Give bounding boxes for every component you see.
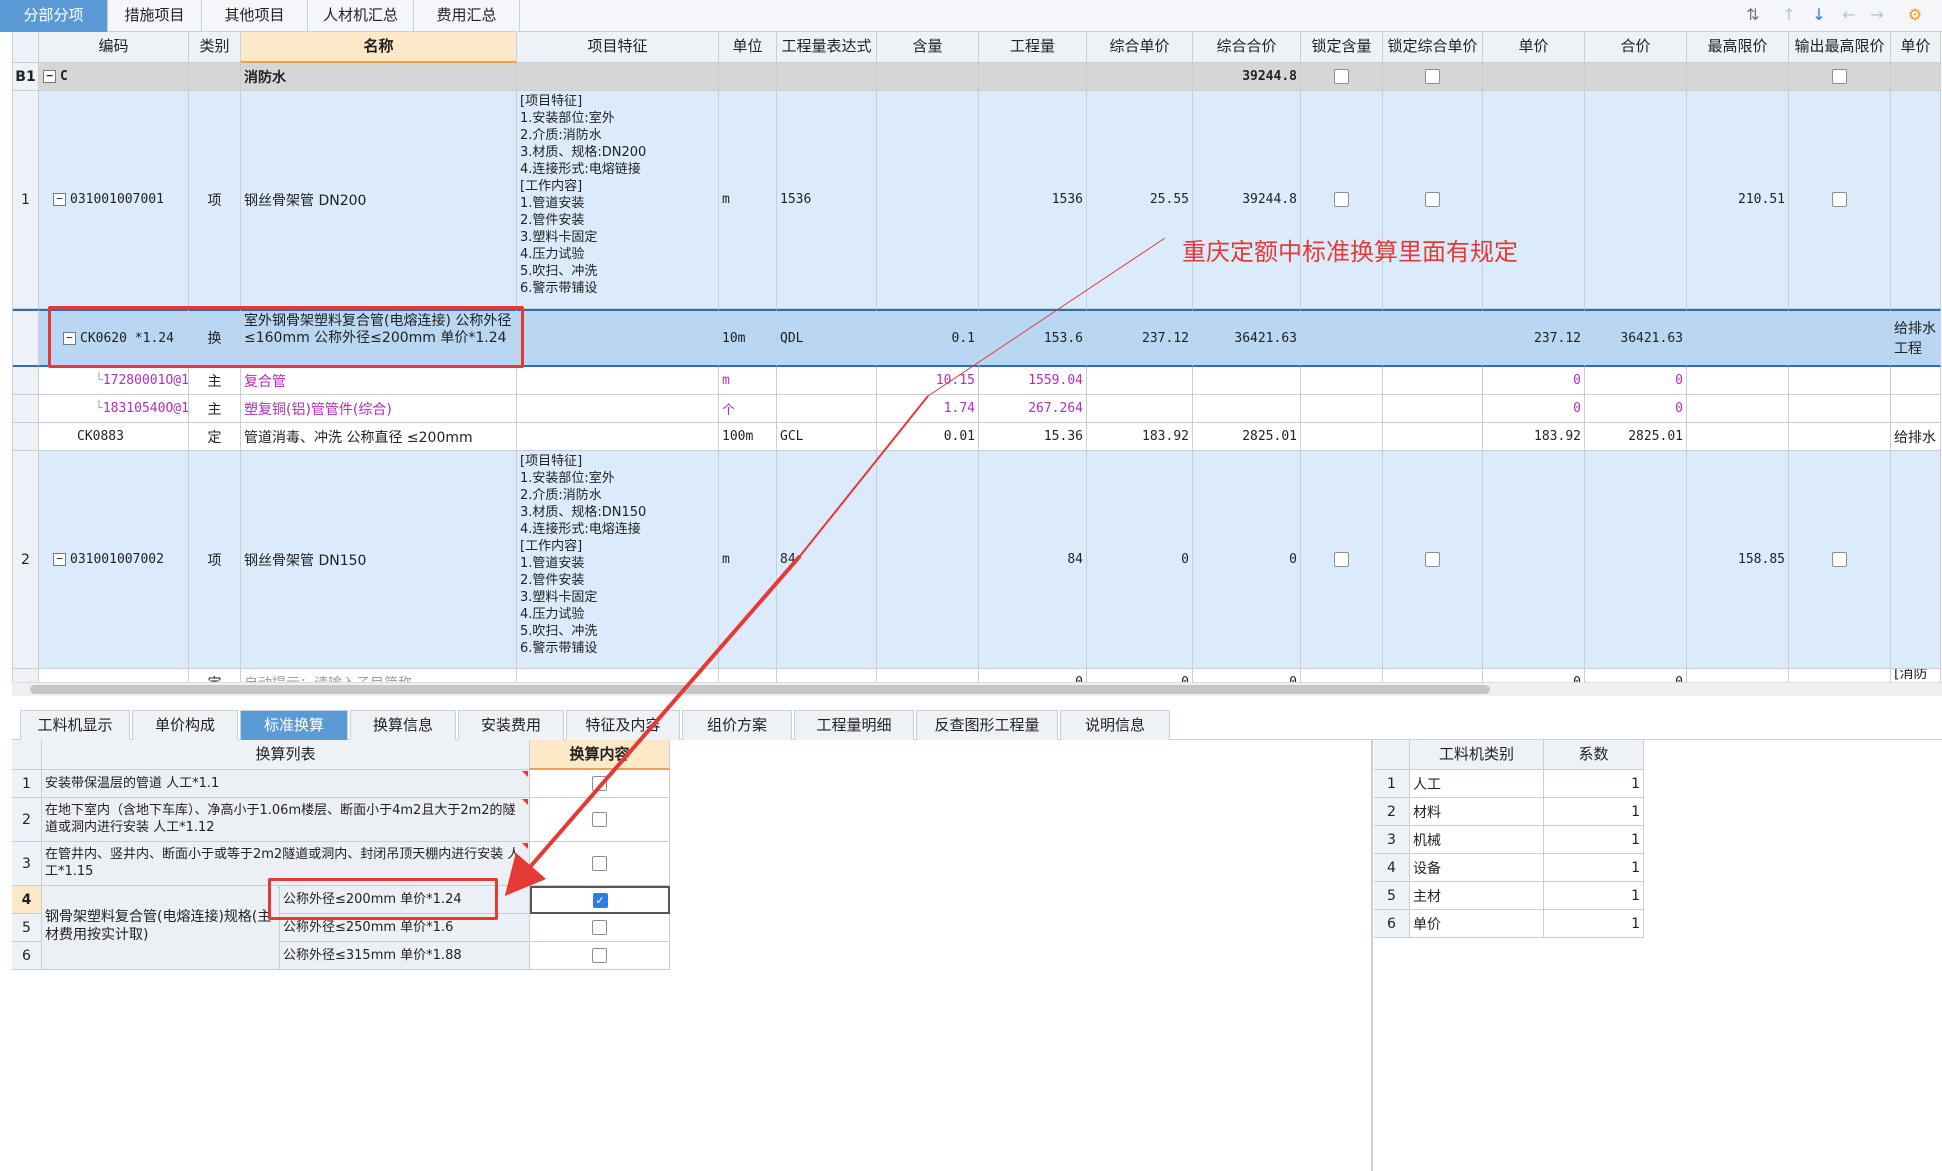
arrow-shaft (799, 395, 929, 557)
arrow-to-option (504, 554, 802, 897)
annotation-arrows (504, 237, 1166, 897)
thin-pointer-line (927, 237, 1166, 397)
annotation-text: 重庆定额中标准换算里面有规定 (1182, 238, 1518, 266)
